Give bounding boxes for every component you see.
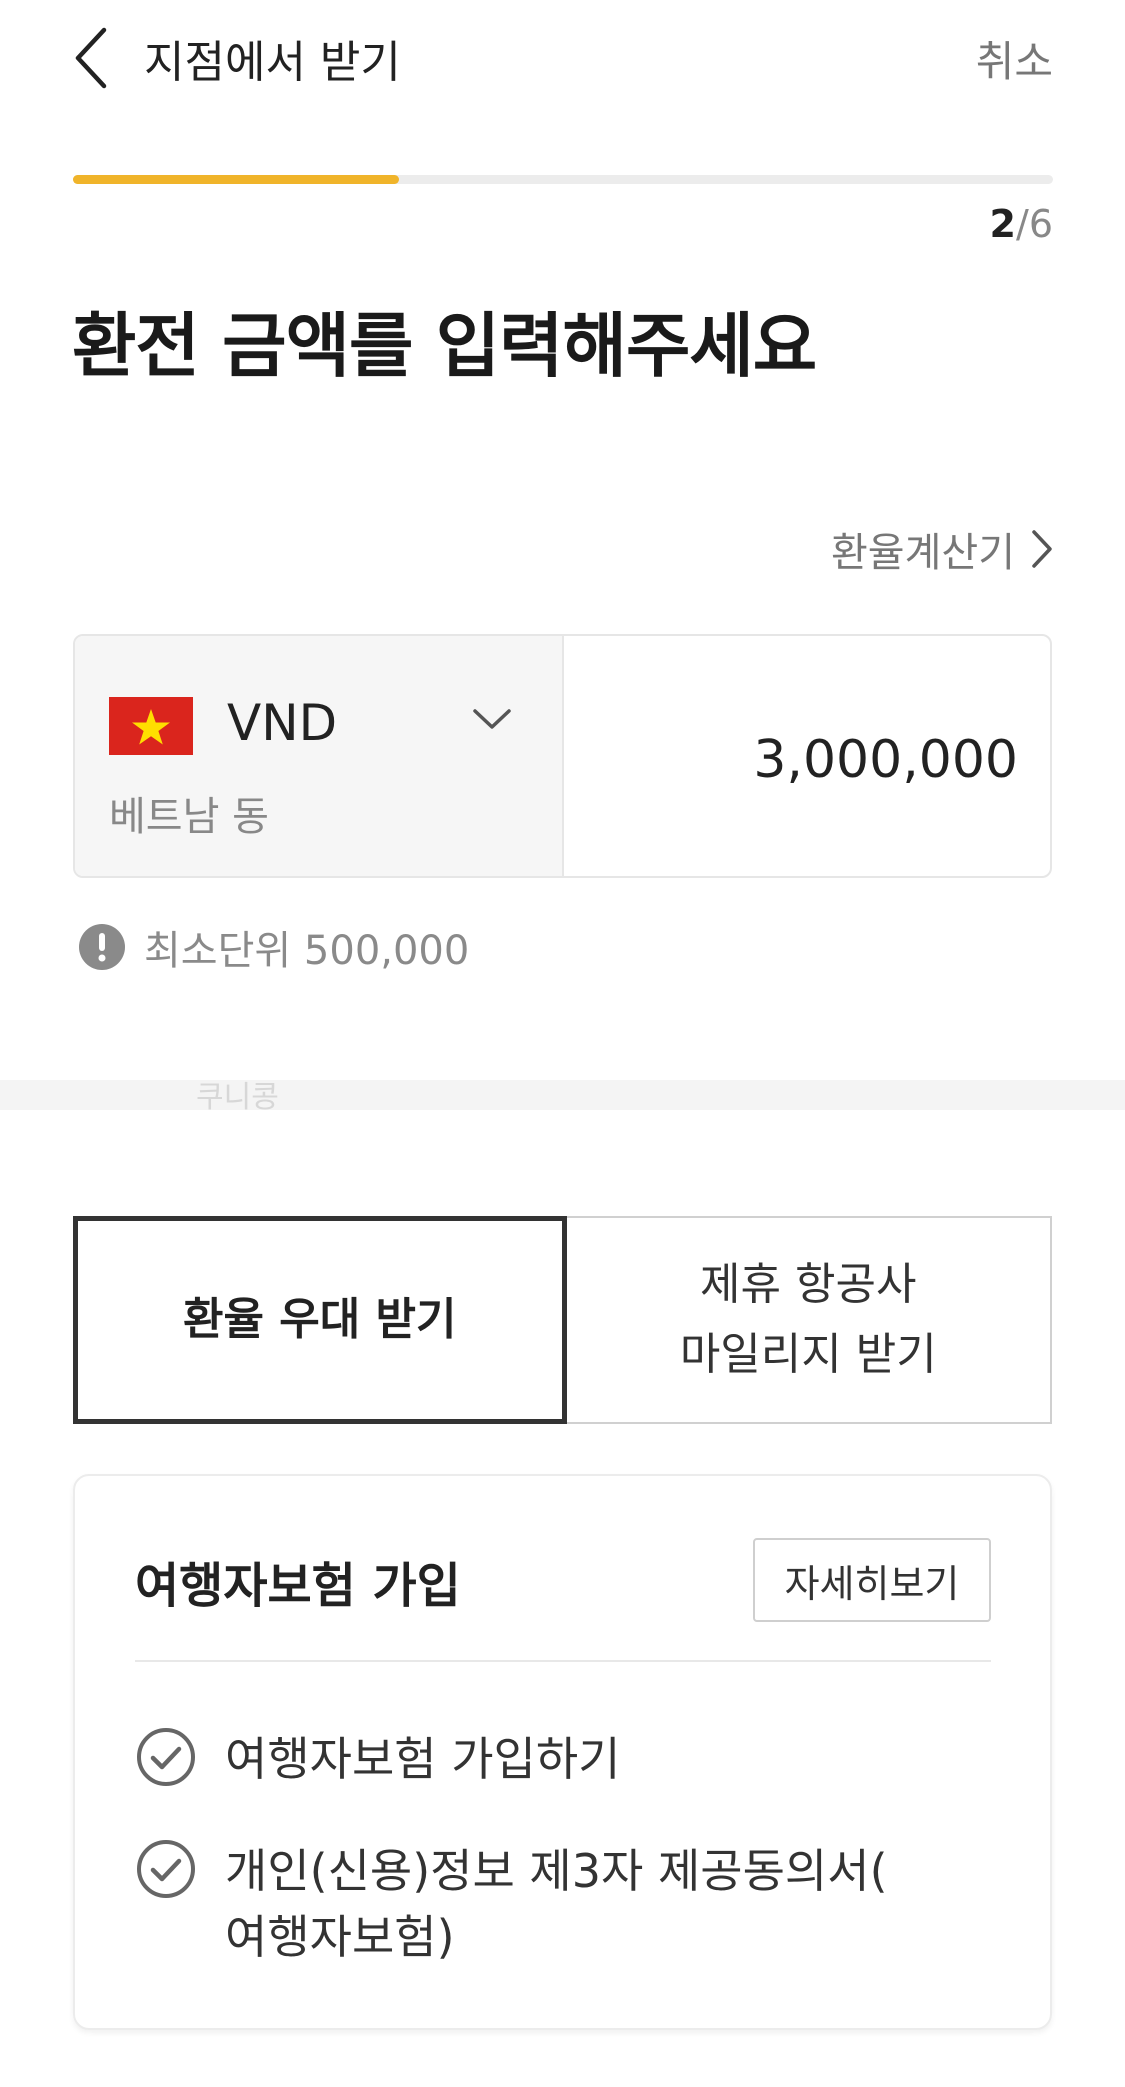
watermark: 쿠니콩 — [196, 1080, 279, 1115]
insurance-card: 여행자보험 가입 자세히보기 여행자보험 가입하기 개인(신용)정보 제3자 제… — [73, 1474, 1052, 2030]
header-title: 지점에서 받기 — [144, 37, 401, 88]
check-circle-icon — [137, 1840, 195, 1898]
benefit-tabs: 환율 우대 받기 제휴 항공사 마일리지 받기 — [73, 1216, 1052, 1424]
progress-bar — [73, 175, 1053, 184]
check-circle-icon — [137, 1728, 195, 1786]
details-button[interactable]: 자세히보기 — [753, 1538, 991, 1622]
info-icon — [79, 924, 125, 970]
currency-select[interactable]: VND 베트남 동 — [75, 636, 564, 876]
tab-exchange-rate-discount[interactable]: 환율 우대 받기 — [73, 1216, 567, 1424]
page-title: 환전 금액를 입력해주세요 — [72, 305, 817, 387]
chevron-right-icon — [1032, 530, 1052, 568]
tab-airline-mileage[interactable]: 제휴 항공사 마일리지 받기 — [566, 1216, 1052, 1424]
step-current: 2 — [989, 202, 1016, 246]
chevron-left-icon — [75, 27, 107, 89]
exchange-calculator-link[interactable]: 환율계산기 — [831, 520, 1055, 578]
top-bar: 지점에서 받기 취소 — [0, 0, 1125, 120]
currency-amount-box: VND 베트남 동 3,000,000 — [73, 634, 1052, 878]
amount-value: 3,000,000 — [753, 730, 1018, 790]
currency-name: 베트남 동 — [109, 794, 269, 840]
privacy-consent-label: 개인(신용)정보 제3자 제공동의서( 여행자보험) — [225, 1844, 888, 1964]
vietnam-flag-icon — [109, 697, 193, 755]
step-counter: 2/6 — [990, 202, 1053, 246]
back-button[interactable] — [66, 24, 122, 92]
step-total: 6 — [1028, 202, 1053, 246]
section-divider — [0, 1080, 1125, 1110]
progress-fill — [73, 175, 400, 184]
currency-code: VND — [227, 694, 338, 752]
exchange-calculator-label: 환율계산기 — [831, 530, 1015, 576]
cancel-button[interactable]: 취소 — [976, 28, 1053, 89]
min-unit-notice: 최소단위 500,000 — [78, 918, 469, 976]
chevron-down-icon — [473, 709, 511, 729]
privacy-consent-check[interactable]: 개인(신용)정보 제3자 제공동의서( 여행자보험) — [135, 1838, 888, 1970]
insurance-join-check[interactable]: 여행자보험 가입하기 — [135, 1726, 621, 1792]
step-separator: / — [1016, 202, 1029, 246]
insurance-join-label: 여행자보험 가입하기 — [225, 1732, 621, 1786]
page: 지점에서 받기 취소 2/6 환전 금액를 입력해주세요 환율계산기 VND 베… — [0, 0, 1125, 2087]
card-divider — [135, 1660, 991, 1662]
min-unit-text: 최소단위 500,000 — [144, 928, 470, 974]
insurance-title: 여행자보험 가입 — [135, 1558, 461, 1614]
amount-input[interactable]: 3,000,000 — [564, 636, 1050, 876]
